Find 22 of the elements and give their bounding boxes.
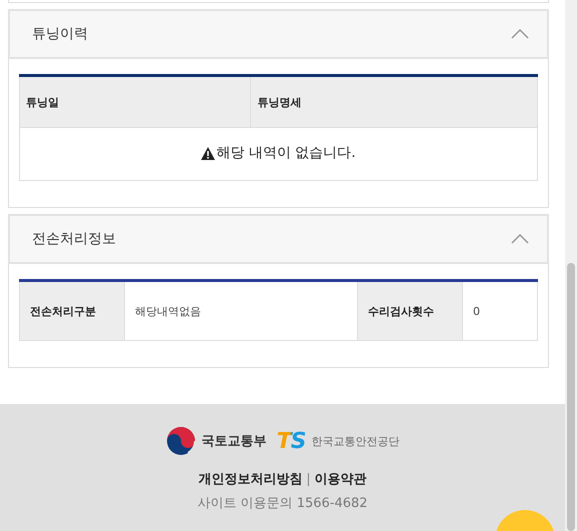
chevron-up-icon[interactable] <box>511 234 529 244</box>
field-value: 0 <box>462 280 538 340</box>
column-header: 튜닝명세 <box>250 76 538 128</box>
warning-icon <box>201 146 216 160</box>
section-title: 튜닝이력 <box>32 25 88 43</box>
column-header: 튜닝일 <box>20 76 251 128</box>
agency-name: 한국교통안전공단 <box>311 434 400 448</box>
empty-message: 해당 내역이 없습니다. <box>216 144 356 162</box>
footer-link[interactable]: 개인정보처리방침 <box>198 470 302 488</box>
field-value: 해당내역없음 <box>124 280 358 340</box>
contact-text: 사이트 이용문의 1566-4682 <box>197 495 368 512</box>
ministry-name: 국토교통부 <box>202 433 267 450</box>
field-label: 전손처리구분 <box>20 280 124 340</box>
section-header[interactable]: 튜닝이력 <box>8 9 549 59</box>
scrollbar[interactable] <box>565 0 577 531</box>
chevron-up-icon[interactable] <box>511 29 529 39</box>
section-header[interactable]: 전손처리정보 <box>8 214 549 264</box>
emblem-icon <box>166 426 196 456</box>
footer-link[interactable]: 이용약관 <box>314 470 367 488</box>
field-label: 수리검사횟수 <box>358 280 462 340</box>
section-title: 전손처리정보 <box>32 230 116 248</box>
separator: | <box>306 472 311 486</box>
